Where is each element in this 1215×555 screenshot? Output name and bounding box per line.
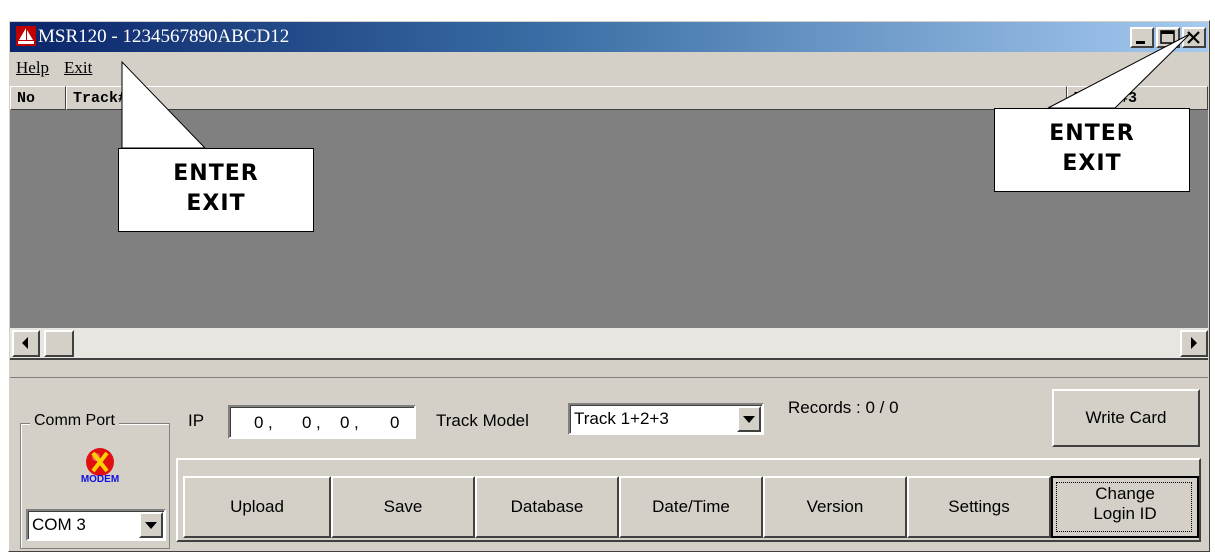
chevron-down-icon [145, 522, 157, 529]
modem-icon-label: MODEM [81, 474, 119, 485]
scroll-right-button[interactable] [1180, 330, 1208, 357]
ip-label: IP [188, 411, 205, 430]
maximize-icon [1160, 30, 1175, 44]
records-count: Records : 0 / 0 [788, 398, 899, 417]
close-button[interactable] [1182, 27, 1206, 48]
com-port-select[interactable]: COM 3 [26, 509, 166, 541]
chevron-down-icon [743, 416, 755, 423]
database-button[interactable]: Database [475, 476, 619, 538]
maximize-button[interactable] [1156, 27, 1180, 48]
track-model-select[interactable]: Track 1+2+3 [568, 403, 764, 435]
menu-help-label: Help [16, 58, 50, 77]
minimize-button[interactable] [1130, 27, 1154, 48]
arrow-right-icon [1191, 337, 1197, 349]
column-header-track1[interactable]: Track# [66, 86, 1067, 110]
horizontal-scrollbar[interactable] [10, 328, 1208, 358]
close-icon [1187, 31, 1200, 44]
menu-exit[interactable]: Exit [64, 56, 92, 80]
write-card-button[interactable]: Write Card [1052, 389, 1200, 447]
splitter-bar[interactable] [10, 358, 1208, 378]
arrow-left-icon [22, 337, 28, 349]
upload-button[interactable]: Upload [183, 476, 331, 538]
callout-enter-exit-close: ENTER EXIT [994, 108, 1190, 192]
column-header-track3[interactable]: Track#3 [1067, 86, 1208, 110]
menu-help[interactable]: Help [16, 56, 49, 80]
callout-right-line2: EXIT [1062, 151, 1122, 176]
ip-octet-3: 0 [340, 413, 350, 432]
settings-button[interactable]: Settings [907, 476, 1051, 538]
modem-disconnected-icon: MODEM [81, 448, 119, 485]
track-model-dropdown-button[interactable] [737, 406, 761, 432]
focus-rectangle [1056, 482, 1192, 532]
callout-right-line1: ENTER [1049, 121, 1135, 146]
menu-exit-label: Exit [64, 58, 93, 77]
save-button[interactable]: Save [331, 476, 475, 538]
ip-octet-2: 0 [302, 413, 312, 432]
callout-left-line2: EXIT [186, 191, 246, 216]
com-port-dropdown-button[interactable] [139, 512, 163, 538]
scroll-left-button[interactable] [12, 330, 40, 357]
callout-enter-exit-menu: ENTER EXIT [118, 148, 314, 232]
callout-left-line1: ENTER [173, 161, 259, 186]
track-model-value: Track 1+2+3 [574, 409, 669, 428]
ip-octet-1: 0 [254, 413, 264, 432]
scroll-thumb[interactable] [44, 330, 74, 357]
minimize-icon [1136, 41, 1145, 44]
track-model-label: Track Model [436, 411, 529, 430]
window-title: MSR120 - 1234567890ABCD12 [38, 26, 290, 47]
ip-octet-4: 0 [390, 413, 400, 432]
com-port-value: COM 3 [32, 515, 86, 534]
ip-address-input[interactable]: 0 , 0 , 0 , 0 [228, 405, 416, 439]
comm-port-label: Comm Port [30, 412, 119, 430]
app-sailboat-icon[interactable] [16, 26, 36, 46]
ip-separator: , [316, 413, 321, 432]
ip-separator: , [268, 413, 273, 432]
date-time-button[interactable]: Date/Time [619, 476, 763, 538]
column-header-no[interactable]: No [10, 86, 66, 110]
ip-separator: , [354, 413, 359, 432]
version-button[interactable]: Version [763, 476, 907, 538]
